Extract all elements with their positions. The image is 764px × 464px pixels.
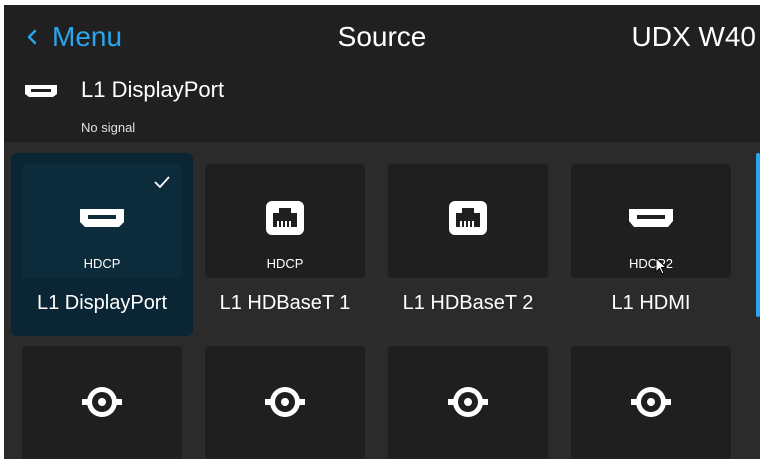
displayport-icon (25, 85, 57, 97)
source-tile-sdi-1[interactable] (22, 346, 182, 459)
sdi-connector-icon (448, 387, 488, 417)
sdi-connector-icon (631, 387, 671, 417)
hdmi-icon (629, 209, 673, 227)
mouse-cursor-icon (655, 257, 667, 275)
scrollbar[interactable] (756, 153, 760, 317)
checkmark-icon (154, 176, 170, 188)
current-source-name: L1 DisplayPort (81, 77, 225, 102)
source-tile-l1-displayport[interactable]: HDCP (22, 164, 182, 278)
source-screen: Menu Source UDX W40 L1 DisplayPort No si… (4, 5, 760, 459)
displayport-icon (80, 209, 124, 227)
source-label: L1 DisplayPort (36, 292, 168, 314)
source-tile-l1-hdmi[interactable]: HDCP2 (571, 164, 731, 278)
device-name: UDX W40 (631, 21, 756, 52)
source-tile-sdi-3[interactable] (388, 346, 548, 459)
source-tile-sdi-4[interactable] (571, 346, 731, 459)
hdcp-label: HDCP (83, 256, 121, 271)
header: Menu Source UDX W40 L1 DisplayPort No si… (4, 5, 760, 142)
source-grid: HDCP L1 DisplayPort HDCP L1 HDBaseT 1 L1… (4, 142, 760, 459)
source-tile-l1-hdbaset-1[interactable]: HDCP (205, 164, 365, 278)
signal-status: No signal (81, 120, 136, 135)
sdi-connector-icon (265, 387, 305, 417)
source-tile-l1-hdbaset-2[interactable] (388, 164, 548, 278)
ethernet-port-icon (266, 201, 304, 235)
source-tile-sdi-2[interactable] (205, 346, 365, 459)
hdcp-label: HDCP2 (628, 256, 674, 271)
source-label: L1 HDMI (611, 292, 691, 314)
hdcp-label: HDCP (266, 256, 304, 271)
source-label: L1 HDBaseT 1 (219, 292, 351, 314)
source-label: L1 HDBaseT 2 (402, 292, 534, 314)
ethernet-port-icon (449, 201, 487, 235)
sdi-connector-icon (82, 387, 122, 417)
